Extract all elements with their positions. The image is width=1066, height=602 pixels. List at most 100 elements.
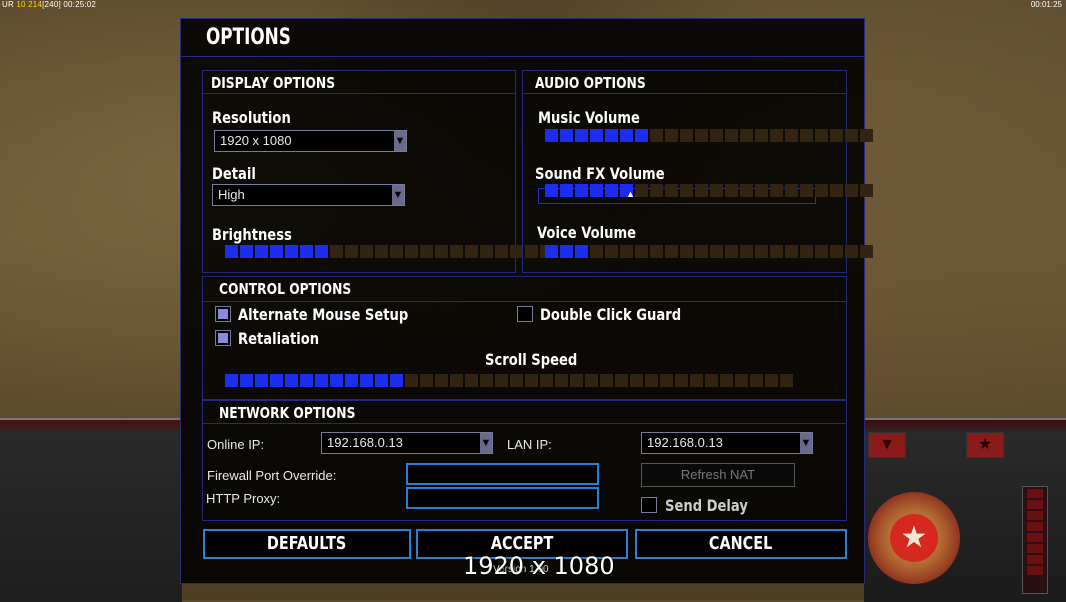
slider-segment[interactable] xyxy=(800,245,813,258)
slider-segment[interactable] xyxy=(755,245,768,258)
retaliation-checkbox[interactable] xyxy=(215,330,231,346)
slider-segment[interactable] xyxy=(345,374,358,387)
slider-segment[interactable] xyxy=(650,184,663,197)
slider-segment[interactable] xyxy=(420,374,433,387)
slider-segment[interactable] xyxy=(345,245,358,258)
slider-segment[interactable] xyxy=(585,374,598,387)
slider-segment[interactable] xyxy=(770,184,783,197)
slider-segment[interactable] xyxy=(605,245,618,258)
slider-segment[interactable] xyxy=(605,129,618,142)
slider-segment[interactable] xyxy=(450,374,463,387)
slider-segment[interactable] xyxy=(645,374,658,387)
slider-segment[interactable] xyxy=(660,374,673,387)
defaults-button[interactable]: DEFAULTS xyxy=(203,529,411,559)
slider-segment[interactable] xyxy=(785,129,798,142)
slider-segment[interactable] xyxy=(390,374,403,387)
slider-segment[interactable] xyxy=(575,245,588,258)
slider-segment[interactable] xyxy=(620,129,633,142)
slider-segment[interactable] xyxy=(725,129,738,142)
slider-segment[interactable] xyxy=(665,245,678,258)
slider-segment[interactable] xyxy=(675,374,688,387)
slider-segment[interactable] xyxy=(575,184,588,197)
slider-segment[interactable] xyxy=(375,245,388,258)
slider-segment[interactable] xyxy=(665,129,678,142)
slider-segment[interactable] xyxy=(510,374,523,387)
slider-segment[interactable] xyxy=(240,374,253,387)
slider-segment[interactable] xyxy=(285,374,298,387)
slider-segment[interactable] xyxy=(740,245,753,258)
slider-segment[interactable] xyxy=(545,245,558,258)
slider-segment[interactable] xyxy=(680,129,693,142)
alternate-mouse-checkbox[interactable] xyxy=(215,306,231,322)
slider-segment[interactable] xyxy=(785,184,798,197)
slider-segment[interactable] xyxy=(845,129,858,142)
slider-segment[interactable] xyxy=(285,245,298,258)
online-ip-dropdown[interactable]: 192.168.0.13 ▼ xyxy=(321,432,493,454)
slider-segment[interactable] xyxy=(860,245,873,258)
slider-segment[interactable] xyxy=(725,245,738,258)
slider-segment[interactable] xyxy=(630,374,643,387)
slider-segment[interactable] xyxy=(735,374,748,387)
http-proxy-field[interactable] xyxy=(406,487,599,509)
slider-segment[interactable] xyxy=(560,184,573,197)
slider-segment[interactable] xyxy=(590,129,603,142)
slider-segment[interactable] xyxy=(545,129,558,142)
slider-segment[interactable] xyxy=(845,184,858,197)
slider-segment[interactable] xyxy=(770,245,783,258)
slider-segment[interactable] xyxy=(815,245,828,258)
command-tab-button[interactable]: ★ xyxy=(966,432,1004,458)
slider-segment[interactable] xyxy=(815,184,828,197)
slider-segment[interactable] xyxy=(800,129,813,142)
slider-segment[interactable] xyxy=(575,129,588,142)
slider-segment[interactable] xyxy=(780,374,793,387)
slider-segment[interactable] xyxy=(750,374,763,387)
slider-segment[interactable] xyxy=(740,129,753,142)
slider-segment[interactable] xyxy=(225,374,238,387)
slider-segment[interactable] xyxy=(270,245,283,258)
slider-segment[interactable] xyxy=(755,184,768,197)
slider-segment[interactable] xyxy=(635,245,648,258)
slider-segment[interactable] xyxy=(315,374,328,387)
slider-segment[interactable] xyxy=(690,374,703,387)
slider-segment[interactable] xyxy=(435,374,448,387)
slider-segment[interactable] xyxy=(665,184,678,197)
slider-segment[interactable] xyxy=(545,184,558,197)
resolution-dropdown[interactable]: 1920 x 1080 ▼ xyxy=(214,130,407,152)
sound-fx-volume-slider[interactable] xyxy=(545,184,873,197)
slider-segment[interactable] xyxy=(570,374,583,387)
slider-segment[interactable] xyxy=(405,374,418,387)
slider-segment[interactable] xyxy=(300,374,313,387)
slider-segment[interactable] xyxy=(540,374,553,387)
slider-segment[interactable] xyxy=(710,184,723,197)
slider-segment[interactable] xyxy=(770,129,783,142)
slider-segment[interactable] xyxy=(620,245,633,258)
slider-segment[interactable] xyxy=(465,374,478,387)
chevron-down-icon[interactable]: ▼ xyxy=(480,433,492,453)
slider-segment[interactable] xyxy=(845,245,858,258)
cancel-button[interactable]: CANCEL xyxy=(635,529,847,559)
chevron-down-icon[interactable]: ▼ xyxy=(800,433,812,453)
slider-segment[interactable] xyxy=(600,374,613,387)
slider-segment[interactable] xyxy=(740,184,753,197)
slider-segment[interactable] xyxy=(650,129,663,142)
slider-segment[interactable] xyxy=(710,245,723,258)
send-delay-checkbox[interactable] xyxy=(641,497,657,513)
slider-segment[interactable] xyxy=(240,245,253,258)
slider-segment[interactable] xyxy=(255,245,268,258)
slider-segment[interactable] xyxy=(480,245,493,258)
slider-segment[interactable] xyxy=(560,129,573,142)
slider-segment[interactable] xyxy=(255,374,268,387)
slider-segment[interactable] xyxy=(225,245,238,258)
slider-segment[interactable] xyxy=(420,245,433,258)
slider-segment[interactable] xyxy=(765,374,778,387)
slider-segment[interactable] xyxy=(495,374,508,387)
slider-segment[interactable] xyxy=(650,245,663,258)
slider-segment[interactable] xyxy=(635,184,648,197)
slider-segment[interactable] xyxy=(360,374,373,387)
slider-segment[interactable] xyxy=(695,129,708,142)
slider-segment[interactable] xyxy=(270,374,283,387)
double-click-guard-checkbox[interactable] xyxy=(517,306,533,322)
slider-segment[interactable] xyxy=(435,245,448,258)
slider-segment[interactable] xyxy=(800,184,813,197)
slider-segment[interactable] xyxy=(590,245,603,258)
